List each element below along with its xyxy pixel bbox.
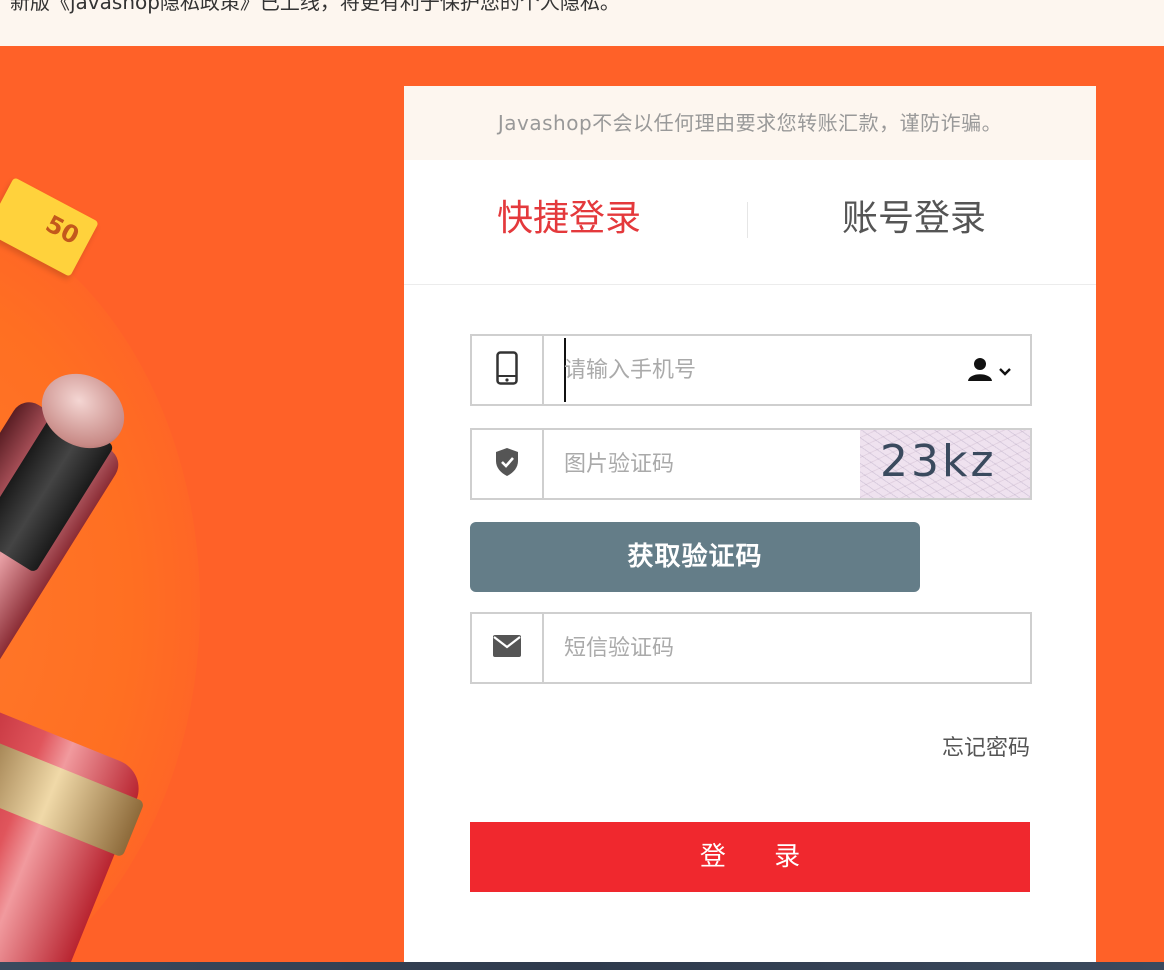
shield-check-icon [494,447,520,481]
chevron-down-icon [998,362,1012,381]
login-tabs: 快捷登录 账号登录 [404,160,1096,285]
phone-input[interactable] [564,350,904,390]
captcha-image[interactable]: 23kz [860,430,1030,498]
sms-code-input[interactable] [564,628,904,668]
bottom-taskbar-strip [0,962,1164,970]
login-submit-button[interactable]: 登 录 [470,822,1030,892]
phone-field-icon-box [472,336,544,404]
user-icon [966,356,994,386]
privacy-notice-bar: 新版《javashop隐私政策》已上线，将更有利于保护您的个人隐私。 [0,0,1164,46]
image-captcha-input[interactable] [564,444,904,484]
captcha-code: 23kz [880,436,997,487]
login-panel: Javashop不会以任何理由要求您转账汇款，谨防诈骗。 快捷登录 账号登录 请… [404,86,1096,962]
mobile-phone-icon [496,351,518,389]
envelope-icon [492,634,522,662]
sms-code-field [470,612,1032,684]
image-captcha-field: 23kz [470,428,1032,500]
forgot-password-link[interactable]: 忘记密码 [942,730,1030,762]
get-sms-code-button[interactable]: 获取验证码 [470,522,920,592]
tab-quick-login[interactable]: 快捷登录 [497,194,641,244]
privacy-notice-text: 新版《javashop隐私政策》已上线，将更有利于保护您的个人隐私。 [10,0,620,14]
tab-divider [747,202,748,238]
tab-account-login[interactable]: 账号登录 [842,194,986,244]
captcha-field-icon-box [472,430,544,498]
account-switch-dropdown[interactable] [966,356,1012,386]
phone-field [470,334,1032,406]
sms-field-icon-box [472,614,544,682]
coupon-value: 50 [41,209,84,251]
fraud-warning: Javashop不会以任何理由要求您转账汇款，谨防诈骗。 [404,86,1096,160]
